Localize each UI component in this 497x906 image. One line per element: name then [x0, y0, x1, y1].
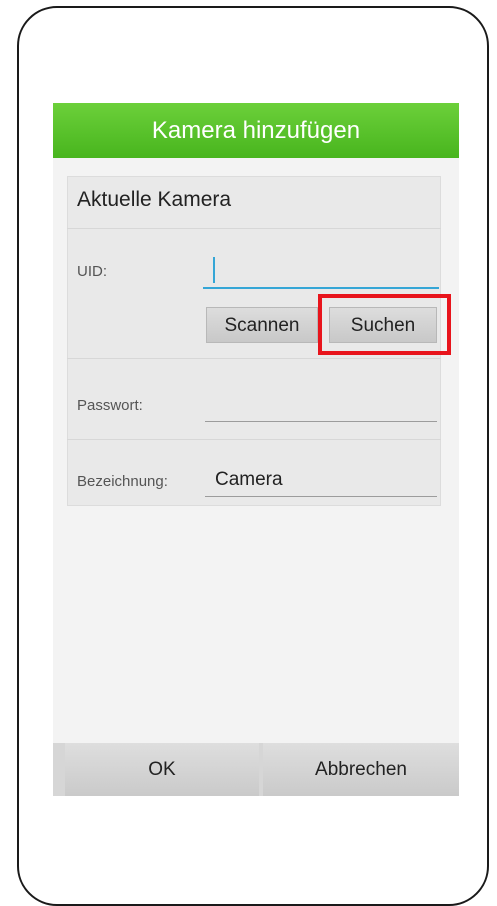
bottom-button-bar: OK Abbrechen: [53, 743, 459, 796]
section-title: Aktuelle Kamera: [77, 188, 232, 211]
name-input[interactable]: Camera: [215, 469, 283, 491]
password-input[interactable]: [203, 387, 439, 423]
name-label: Bezeichnung:: [77, 473, 168, 490]
search-highlight-box: [318, 294, 451, 355]
row-divider-1: [67, 358, 441, 359]
row-divider-2: [67, 439, 441, 440]
section-divider: [67, 228, 441, 229]
uid-input-underline: [203, 287, 439, 289]
scan-button[interactable]: Scannen: [206, 307, 318, 343]
dialog-title: Kamera hinzufügen: [53, 103, 459, 158]
uid-label: UID:: [77, 263, 107, 280]
cancel-button[interactable]: Abbrechen: [263, 743, 459, 796]
dialog-screen: Kamera hinzufügen Aktuelle Kamera UID: S…: [53, 103, 459, 796]
uid-input[interactable]: [203, 253, 439, 289]
ok-button[interactable]: OK: [65, 743, 259, 796]
password-label: Passwort:: [77, 397, 143, 414]
name-input-underline: [205, 496, 437, 497]
password-input-underline: [205, 421, 437, 422]
